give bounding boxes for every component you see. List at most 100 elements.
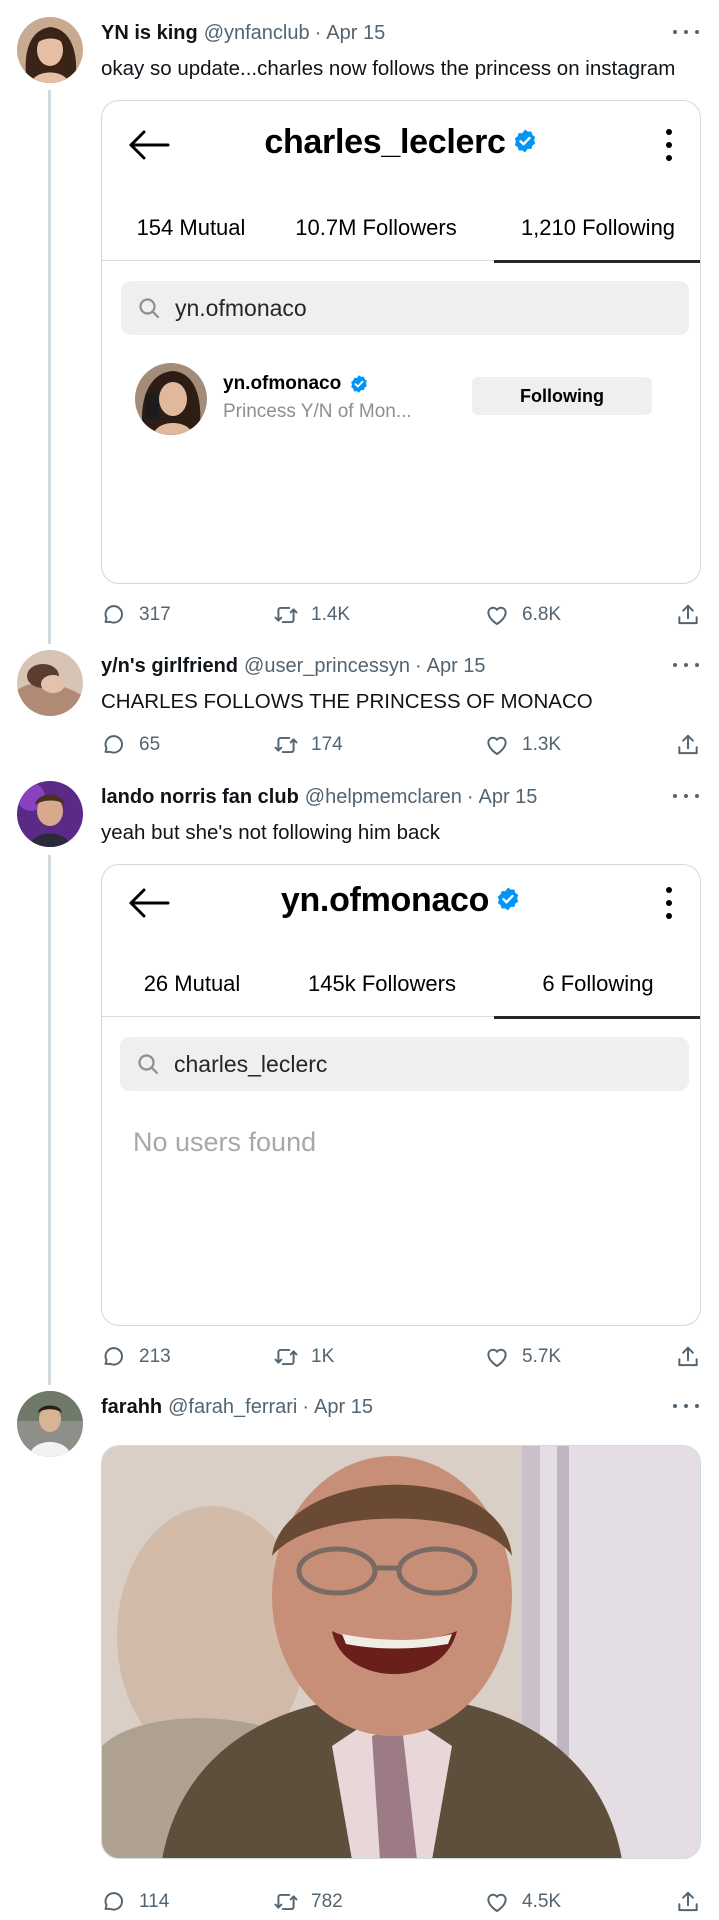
retweet-icon [273,1344,299,1370]
share-icon [675,1889,701,1915]
like-icon [484,1344,510,1370]
share-button[interactable] [675,731,701,759]
author-name[interactable]: y/n's girlfriend [101,655,238,678]
reply-icon [101,732,127,758]
retweet-count: 1.4K [311,604,351,625]
separator-dot: · [314,21,322,44]
tweet-text: yeah but she's not following him back [101,821,440,844]
like-count: 6.8K [522,604,562,625]
tweet-header: farahh @farah_ferrari · Apr 15 [101,1393,699,1421]
tweet-date[interactable]: Apr 15 [314,1396,373,1419]
separator-dot: · [414,654,422,677]
ig-empty-state: No users found [133,1127,317,1157]
reply-button[interactable]: 317 [101,601,171,629]
ig-header: charles_leclerc [102,101,700,189]
like-count: 4.5K [522,1891,562,1912]
search-icon [137,296,161,320]
tweet[interactable]: lando norris fan club @helpmemclaren · A… [0,771,719,1391]
ig-user-fullname: Princess Y/N of Mon... [223,401,412,422]
more-options-icon[interactable] [673,1396,699,1416]
user-avatar[interactable] [17,650,83,716]
retweet-button[interactable]: 1K [273,1343,334,1371]
ig-profile-title: charles_leclerc [102,123,700,162]
ig-tab-followers: 145k Followers [308,971,456,996]
retweet-button[interactable]: 1.4K [273,601,350,629]
tweet[interactable]: farahh @farah_ferrari · Apr 15 114 782 4… [0,1391,719,1920]
retweet-button[interactable]: 782 [273,1888,343,1916]
ig-user-avatar [135,363,207,435]
separator-dot: · [466,785,474,808]
more-options-icon[interactable] [673,786,699,806]
ig-tab-following: 6 Following [494,963,700,1019]
reply-button[interactable]: 213 [101,1343,171,1371]
tweet[interactable]: y/n's girlfriend @user_princessyn · Apr … [0,640,719,770]
retweet-count: 1K [311,1346,335,1367]
ig-profile-title: yn.ofmonaco [102,881,700,920]
ig-search-text: charles_leclerc [174,1050,328,1077]
retweet-icon [273,732,299,758]
ig-search-text: yn.ofmonaco [175,294,307,321]
like-button[interactable]: 5.7K [484,1343,561,1371]
share-button[interactable] [675,601,701,629]
ig-username: yn.ofmonaco [223,373,369,395]
tweet-date[interactable]: Apr 15 [427,655,486,678]
instagram-screenshot-card[interactable]: yn.ofmonaco 26 Mutual 145k Followers 6 F… [101,864,701,1326]
ig-tabs: 26 Mutual 145k Followers 6 Following [102,963,700,1019]
author-handle[interactable]: @helpmemclaren [305,786,462,809]
tweet-actions: 65 174 1.3K [101,731,701,759]
ig-search-box: charles_leclerc [120,1037,689,1091]
ig-tab-mutual: 154 Mutual [136,215,246,240]
ig-profile-name: yn.ofmonaco [280,881,490,919]
verified-badge-icon [349,374,369,394]
laughing-man-image [102,1446,700,1858]
tweet-actions: 213 1K 5.7K [101,1343,701,1371]
tweet-date[interactable]: Apr 15 [326,22,385,45]
share-button[interactable] [675,1888,701,1916]
tweet-header: YN is king @ynfanclub · Apr 15 [101,19,699,47]
author-name[interactable]: lando norris fan club [101,786,299,809]
user-avatar[interactable] [17,17,83,83]
author-handle[interactable]: @ynfanclub [204,22,310,45]
like-button[interactable]: 1.3K [484,731,561,759]
reply-button[interactable]: 114 [101,1888,169,1916]
author-name[interactable]: YN is king [101,22,198,45]
retweet-icon [273,602,299,628]
author-name[interactable]: farahh [101,1396,162,1419]
reply-icon [101,602,127,628]
reply-count: 65 [139,734,161,755]
reply-count: 317 [139,604,171,625]
instagram-screenshot-card[interactable]: charles_leclerc 154 Mutual 10.7M Followe… [101,100,701,584]
like-icon [484,1889,510,1915]
reply-icon [101,1889,127,1915]
retweet-button[interactable]: 174 [273,731,343,759]
tweet-actions: 114 782 4.5K [101,1888,701,1916]
ig-tab-followers: 10.7M Followers [295,215,457,240]
ig-user-row: yn.ofmonaco Princess Y/N of Mon... Follo… [135,363,660,437]
like-count: 1.3K [522,734,562,755]
tweet[interactable]: YN is king @ynfanclub · Apr 15 okay so u… [0,0,719,640]
verified-badge-icon [495,886,521,912]
ig-header: yn.ofmonaco [102,865,700,953]
like-count: 5.7K [522,1346,562,1367]
reply-icon [101,1344,127,1370]
more-options-icon[interactable] [673,655,699,675]
verified-badge-icon [512,128,538,154]
tweet-media-image[interactable] [101,1445,701,1859]
tweet-actions: 317 1.4K 6.8K [101,601,701,629]
reply-button[interactable]: 65 [101,731,160,759]
like-button[interactable]: 6.8K [484,601,561,629]
author-handle[interactable]: @user_princessyn [244,655,410,678]
retweet-count: 782 [311,1891,343,1912]
like-button[interactable]: 4.5K [484,1888,561,1916]
author-handle[interactable]: @farah_ferrari [168,1396,297,1419]
separator-dot: · [302,1395,310,1418]
tweet-date[interactable]: Apr 15 [479,786,538,809]
more-options-icon[interactable] [673,22,699,42]
ig-username-text: yn.ofmonaco [223,373,342,394]
share-button[interactable] [675,1343,701,1371]
share-icon [675,1344,701,1370]
user-avatar[interactable] [17,1391,83,1457]
user-avatar[interactable] [17,781,83,847]
ig-tab-mutual: 26 Mutual [143,971,241,996]
reply-count: 213 [139,1346,171,1367]
